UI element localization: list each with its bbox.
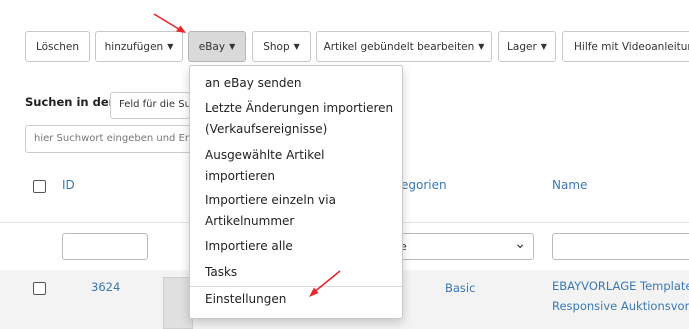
column-header-categories[interactable]: egorien — [401, 178, 447, 192]
menu-item-import-all[interactable]: Importiere alle — [205, 236, 293, 257]
stock-button-label: Lager — [507, 40, 537, 53]
menu-item-import-changes[interactable]: Letzte Änderungen importieren (Verkaufse… — [205, 98, 393, 140]
stock-button[interactable]: Lager ▼ — [498, 31, 556, 62]
menu-item-import-selected-line2: importieren — [205, 169, 275, 183]
menu-item-import-by-number-line1: Importiere einzeln via — [205, 193, 336, 207]
caret-down-icon: ▼ — [229, 42, 236, 51]
menu-item-import-by-number-line2: Artikelnummer — [205, 214, 295, 228]
id-filter-input[interactable] — [62, 233, 148, 260]
shop-button-label: Shop — [263, 40, 290, 53]
ebay-button-label: eBay — [198, 40, 226, 53]
ebay-button[interactable]: eBay ▼ — [188, 31, 246, 62]
menu-item-tasks[interactable]: Tasks — [205, 262, 237, 283]
column-header-id[interactable]: ID — [62, 178, 75, 192]
search-label: Suchen in der — [25, 95, 115, 109]
menu-item-send-to-ebay[interactable]: an eBay senden — [205, 73, 302, 94]
menu-item-import-changes-line2: (Verkaufsereignisse) — [205, 122, 328, 136]
menu-item-import-by-number[interactable]: Importiere einzeln via Artikelnummer — [205, 190, 336, 232]
row-name-link-line1[interactable]: EBAYVORLAGE Template — [552, 279, 689, 293]
delete-button-label: Löschen — [35, 40, 80, 53]
caret-down-icon: ▼ — [293, 42, 300, 51]
caret-down-icon: ▼ — [540, 42, 547, 51]
row-checkbox[interactable] — [33, 282, 46, 295]
caret-down-icon: ▼ — [478, 42, 485, 51]
column-header-name[interactable]: Name — [552, 178, 587, 192]
select-all-checkbox[interactable] — [33, 180, 46, 193]
menu-item-import-selected-line1: Ausgewählte Artikel — [205, 148, 325, 162]
search-field-select[interactable]: Feld für die Su — [110, 92, 190, 119]
caret-down-icon: ▼ — [167, 42, 174, 51]
menu-item-import-selected[interactable]: Ausgewählte Artikel importieren — [205, 145, 325, 187]
bulk-edit-button[interactable]: Artikel gebündelt bearbeiten ▼ — [316, 31, 492, 62]
add-button-label: hinzufügen — [104, 40, 164, 53]
shop-button[interactable]: Shop ▼ — [252, 31, 311, 62]
menu-item-import-changes-line1: Letzte Änderungen importieren — [205, 101, 394, 115]
help-video-button-label: Hilfe mit Videoanleitung — [574, 40, 689, 53]
name-filter-input[interactable] — [552, 233, 689, 260]
menu-divider — [190, 286, 402, 287]
row-category-link[interactable]: Basic — [445, 281, 475, 295]
add-button[interactable]: hinzufügen ▼ — [95, 31, 183, 62]
delete-button[interactable]: Löschen — [25, 31, 90, 62]
chevron-down-icon: ⌄ — [514, 236, 526, 252]
help-video-button[interactable]: Hilfe mit Videoanleitung — [562, 31, 689, 62]
row-name-link-line2[interactable]: Responsive Auktionsvorl — [552, 299, 689, 313]
search-input[interactable]: hier Suchwort eingeben und Ent — [25, 125, 195, 153]
row-id-link[interactable]: 3624 — [91, 280, 120, 294]
menu-item-settings[interactable]: Einstellungen — [205, 289, 286, 310]
category-filter-select[interactable]: le ⌄ — [390, 233, 534, 260]
ebay-dropdown-menu: an eBay senden Letzte Änderungen importi… — [189, 65, 403, 319]
bulk-edit-button-label: Artikel gebündelt bearbeiten — [323, 40, 475, 53]
